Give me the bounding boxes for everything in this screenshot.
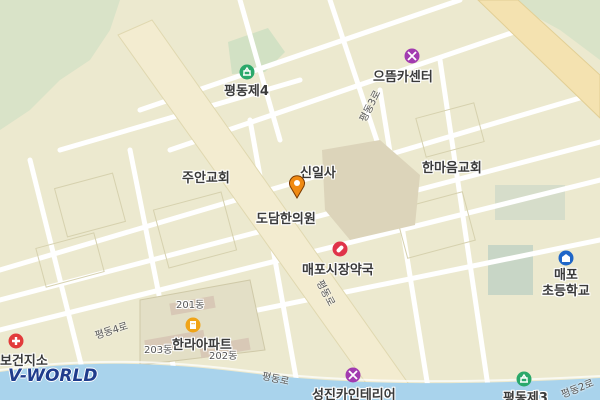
- poi-label-pyeongdong3: 평동제3: [503, 391, 548, 400]
- poi-label-pharmacy: 매포시장약국: [302, 263, 374, 278]
- poi-label-eutteum: 으뜸카센터: [373, 70, 433, 85]
- poi-label-dodam: 도담한의원: [256, 212, 316, 227]
- poi-label-pyeongdong4: 평동제4: [224, 84, 269, 99]
- park-icon[interactable]: [238, 63, 256, 81]
- car-repair-icon[interactable]: [344, 366, 362, 384]
- car-repair-icon[interactable]: [403, 47, 421, 65]
- location-marker-icon[interactable]: [287, 175, 307, 199]
- park-icon[interactable]: [515, 370, 533, 388]
- vworld-logo: V-WORLD: [8, 366, 98, 386]
- map-base: [0, 0, 600, 400]
- map-view[interactable]: 평동제4 으뜸카센터 신일사 주안교회 한마음교회 도담한의원 매포시장약국 매…: [0, 0, 600, 400]
- bldg-label-202: 202동: [209, 351, 238, 362]
- poi-label-seongjin: 성진카인테리어: [312, 388, 396, 400]
- pharmacy-icon[interactable]: [331, 240, 349, 258]
- apartment-icon[interactable]: [184, 316, 202, 334]
- hospital-icon[interactable]: [7, 332, 25, 350]
- poi-label-school: 매포 초등학교: [542, 268, 590, 299]
- school-icon[interactable]: [557, 249, 575, 267]
- bldg-label-203: 203동: [144, 345, 173, 356]
- poi-label-juan: 주안교회: [182, 171, 230, 186]
- bldg-label-201: 201동: [176, 300, 205, 311]
- poi-label-hanmaeum: 한마음교회: [422, 161, 482, 176]
